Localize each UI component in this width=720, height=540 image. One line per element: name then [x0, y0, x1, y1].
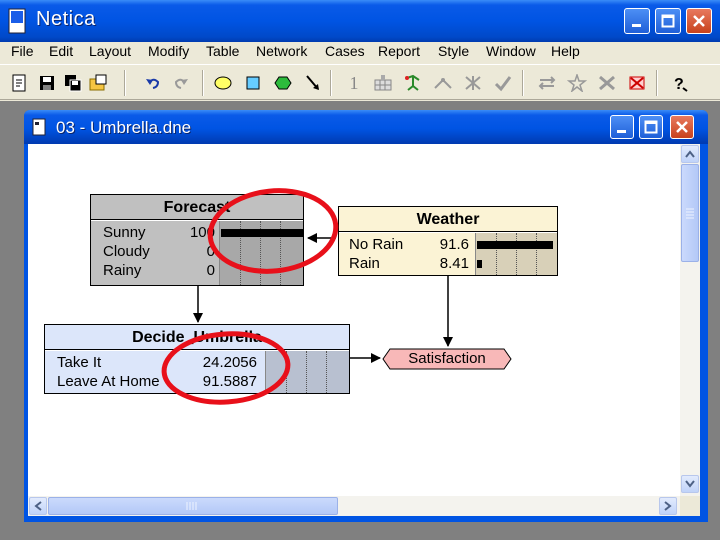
maximize-icon: [644, 120, 658, 134]
minimize-icon: [632, 24, 641, 27]
toolbar: 1 ?: [0, 64, 720, 100]
menu-file[interactable]: File: [11, 43, 34, 59]
equal-icon[interactable]: [536, 72, 558, 94]
menu-layout[interactable]: Layout: [89, 43, 131, 59]
document-icon: [32, 118, 46, 136]
minimize-button[interactable]: [624, 8, 650, 34]
netica-app-icon: [8, 8, 26, 34]
horizontal-scrollbar[interactable]: [28, 496, 680, 516]
check-icon[interactable]: [492, 72, 514, 94]
child-maximize-button[interactable]: [639, 115, 663, 139]
network-window: 03 - Umbrella.dne Forecast Sunny 100 Clo…: [24, 110, 708, 522]
table-icon[interactable]: [372, 72, 394, 94]
highlight-circle: [161, 331, 291, 405]
chevron-left-icon: [34, 501, 42, 511]
toolbar-separator: [522, 70, 524, 96]
undo-icon[interactable]: [142, 72, 164, 94]
vertical-scrollbar[interactable]: [680, 144, 700, 496]
menu-modify[interactable]: Modify: [148, 43, 189, 59]
chevron-down-icon: [685, 480, 695, 488]
arrow-tool-icon[interactable]: [302, 72, 324, 94]
menu-help[interactable]: Help: [551, 43, 580, 59]
annotation-overlay: [161, 188, 339, 405]
star-icon[interactable]: [566, 72, 588, 94]
menu-cases[interactable]: Cases: [325, 43, 365, 59]
menu-window[interactable]: Window: [486, 43, 536, 59]
app-title: Netica: [36, 8, 96, 30]
menu-style[interactable]: Style: [438, 43, 469, 59]
maximize-icon: [661, 14, 675, 28]
run-icon[interactable]: [402, 72, 424, 94]
menu-edit[interactable]: Edit: [49, 43, 73, 59]
network-canvas[interactable]: Forecast Sunny 100 Cloudy 0 Rainy 0 Weat…: [28, 144, 680, 496]
size-grip[interactable]: [680, 496, 700, 516]
oval-node-icon[interactable]: [212, 72, 234, 94]
toolbar-separator: [202, 70, 204, 96]
chevron-up-icon: [685, 150, 695, 158]
menu-network[interactable]: Network: [256, 43, 307, 59]
open-icon[interactable]: [88, 72, 110, 94]
scroll-left-button[interactable]: [29, 497, 47, 515]
toolbar-separator: [124, 70, 126, 96]
netica-app: Netica File Edit Layout Modify Table Net…: [0, 0, 720, 540]
maximize-button[interactable]: [655, 8, 681, 34]
title-bar: Netica: [0, 0, 720, 42]
horizontal-scroll-thumb[interactable]: [48, 497, 338, 515]
compile-icon[interactable]: 1: [343, 72, 365, 94]
toolbar-separator: [330, 70, 332, 96]
menu-bar: File Edit Layout Modify Table Network Ca…: [0, 42, 720, 63]
child-close-button[interactable]: [670, 115, 694, 139]
child-minimize-button[interactable]: [610, 115, 634, 139]
delete-icon[interactable]: [596, 72, 618, 94]
menu-table[interactable]: Table: [206, 43, 239, 59]
redo-icon[interactable]: [170, 72, 192, 94]
save-icon[interactable]: [36, 72, 58, 94]
hexagon-node-icon[interactable]: [272, 72, 294, 94]
scroll-right-button[interactable]: [659, 497, 677, 515]
vertical-scroll-thumb[interactable]: [681, 164, 699, 262]
menu-report[interactable]: Report: [378, 43, 420, 59]
highlight-circle: [207, 188, 339, 274]
close-button[interactable]: [686, 8, 712, 34]
toolbar-separator: [656, 70, 658, 96]
new-icon[interactable]: [8, 72, 30, 94]
absorb-icon[interactable]: [432, 72, 454, 94]
help-icon[interactable]: ?: [668, 72, 690, 94]
rect-node-icon[interactable]: [242, 72, 264, 94]
reverse-icon[interactable]: [462, 72, 484, 94]
close-icon: [676, 121, 688, 133]
svg-text:?: ?: [674, 76, 684, 92]
minimize-icon: [617, 130, 626, 133]
network-window-title: 03 - Umbrella.dne: [56, 118, 192, 137]
close-icon: [693, 15, 705, 27]
scroll-down-button[interactable]: [681, 475, 699, 493]
save-all-icon[interactable]: [62, 72, 84, 94]
chevron-right-icon: [664, 501, 672, 511]
delete-node-icon[interactable]: [626, 72, 648, 94]
scroll-up-button[interactable]: [681, 145, 699, 163]
network-window-title-bar: 03 - Umbrella.dne: [24, 110, 708, 144]
